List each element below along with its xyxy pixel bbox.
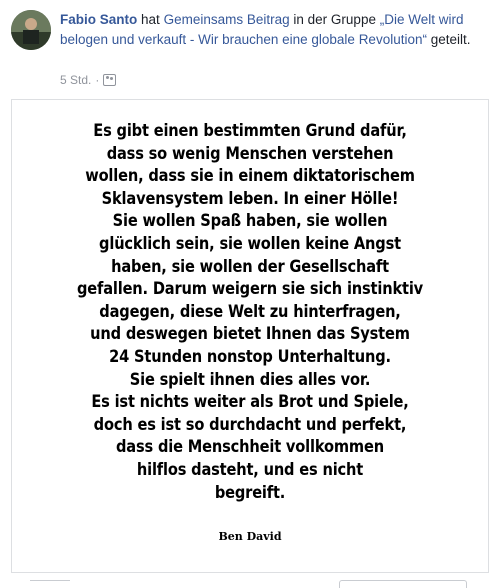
quote-line: Sie spielt ihnen dies alles vor. (129, 369, 371, 390)
header-text-in-group: in der Gruppe (293, 12, 376, 27)
post-header: Fabio Santo hat Gemeinsams Beitrag in de… (60, 10, 487, 50)
post-image[interactable]: Es gibt einen bestimmten Grund dafür, das… (11, 99, 489, 573)
group-audience-icon[interactable] (103, 74, 117, 86)
quote-line: Es gibt einen bestimmten Grund dafür, (93, 121, 407, 141)
quote-line: dagegen, diese Welt zu hinterfragen, (99, 301, 401, 322)
quote-line: und deswegen bietet Ihnen das System (90, 324, 410, 345)
quote-line: dass so wenig Menschen verstehen (106, 143, 394, 164)
header-text-shared: geteilt. (430, 32, 471, 47)
quote-line: begreift. (214, 482, 286, 503)
quote-line: 24 Stunden nonstop Unterhaltung. (109, 346, 391, 367)
meta-separator: · (95, 73, 100, 87)
shared-post-link[interactable]: Beitrag (247, 12, 290, 27)
quote-line: Sie wollen Spaß haben, sie wollen (112, 211, 388, 232)
quote-line: Sklavensystem leben. In einer Hölle! (101, 188, 399, 209)
quote-author: Ben David (218, 530, 282, 543)
quote-line: glücklich sein, sie wollen keine Angst (99, 233, 401, 254)
quote-line: wollen, dass sie in einem diktatorischem (85, 166, 415, 187)
post-timestamp[interactable]: 5 Std. (60, 73, 91, 87)
shared-owner-link[interactable]: Gemeinsams (164, 12, 244, 27)
header-text-hat: hat (141, 12, 160, 27)
post-meta: 5 Std. · (60, 73, 117, 87)
author-link[interactable]: Fabio Santo (60, 12, 137, 27)
quote-line: haben, sie wollen der Gesellschaft (111, 256, 389, 277)
quote-line: hilflos dasteht, und es nicht (136, 459, 364, 480)
author-avatar[interactable] (11, 10, 51, 50)
avatar-photo (11, 10, 51, 50)
quote-line: doch es ist so durchdacht und perfekt, (93, 414, 407, 435)
quote-line: gefallen. Darum weigern sie sich instink… (76, 279, 424, 300)
quote-text: Es gibt einen bestimmten Grund dafür, das… (45, 120, 454, 504)
quote-line: Es ist nichts weiter als Brot und Spiele… (91, 392, 409, 413)
quote-line: dass die Menschheit vollkommen (116, 437, 384, 458)
